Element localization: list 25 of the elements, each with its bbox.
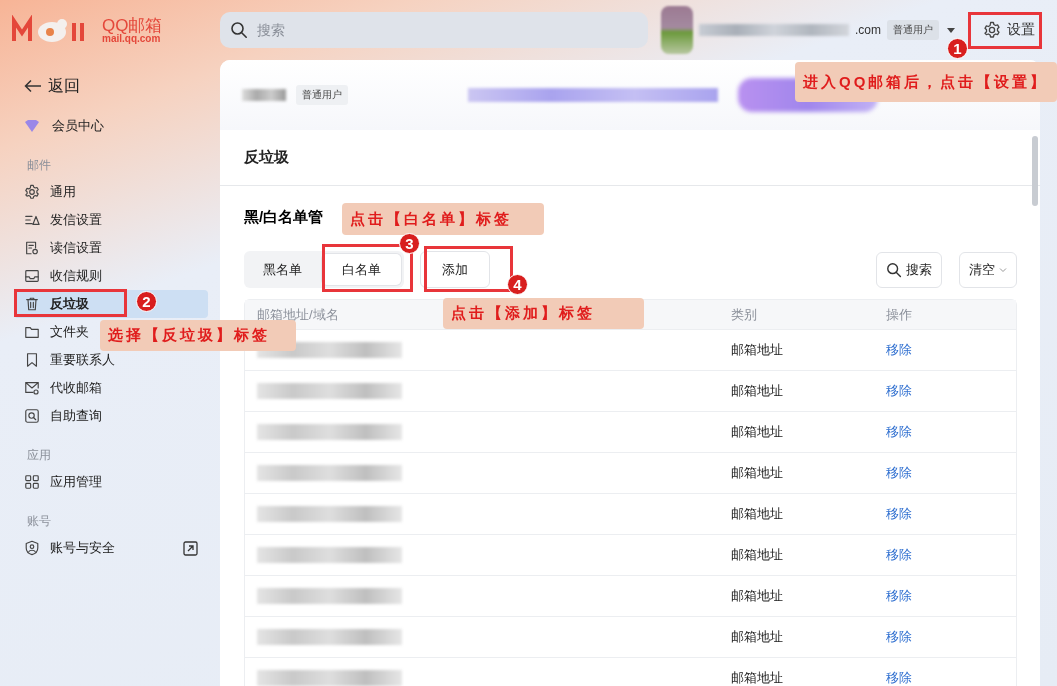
table-cell: 邮箱地址 <box>719 452 874 493</box>
callout-tooltip: 点击【白名单】标签 <box>342 203 544 235</box>
callout-tooltip: 进入QQ邮箱后，点击【设置】 <box>795 62 1057 102</box>
section-label: 邮件 <box>26 156 52 174</box>
table-cell: 邮箱地址 <box>719 493 874 534</box>
logo-domain: mail.qq.com <box>102 33 162 44</box>
account-badge: 普通用户 <box>887 20 939 40</box>
table-cell: 邮箱地址 <box>719 329 874 370</box>
table-cell: 邮箱地址 <box>719 575 874 616</box>
table-cell: 邮箱地址 <box>719 370 874 411</box>
callout-tooltip: 点击【添加】标签 <box>443 298 644 329</box>
callout-tooltip: 选择【反垃圾】标签 <box>100 320 296 351</box>
section-title: 黑/白名单管 <box>244 208 324 227</box>
email-suffix: .com <box>855 23 881 37</box>
logo-text: QQ邮箱 <box>102 16 163 34</box>
section-label: 应用 <box>26 446 52 464</box>
section-label: 账号 <box>26 512 52 530</box>
account-badge: 普通用户 <box>296 85 348 105</box>
table-cell: 邮箱地址 <box>719 534 874 575</box>
table-cell: 邮箱地址 <box>719 657 874 686</box>
column-header: 类别 <box>719 300 874 329</box>
table-cell: 邮箱地址 <box>719 616 874 657</box>
column-header: 操作 <box>874 300 1016 329</box>
table-cell: 邮箱地址 <box>719 411 874 452</box>
step-badge: 1 <box>947 38 968 59</box>
